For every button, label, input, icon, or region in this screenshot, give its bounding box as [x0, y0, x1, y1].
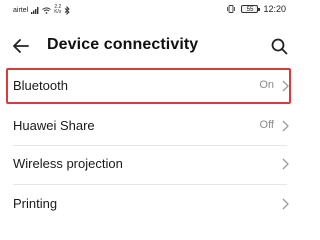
- page-title: Device connectivity: [47, 36, 199, 53]
- wifi-icon: [42, 6, 52, 14]
- app-bar: Device connectivity: [0, 28, 300, 62]
- setting-row-huawei-share[interactable]: Huawei Share Off: [0, 107, 300, 145]
- arrow-left-icon: [13, 39, 29, 53]
- chevron-right-icon: [282, 80, 289, 92]
- status-bar: airtel 2.2 K/s 55 12:20: [0, 0, 300, 22]
- status-right: 55 12:20: [226, 4, 286, 14]
- chevron-right-icon: [282, 158, 289, 170]
- speed-unit: K/s: [54, 9, 62, 15]
- setting-row-bluetooth[interactable]: Bluetooth On: [0, 67, 300, 105]
- setting-row-wireless-projection[interactable]: Wireless projection: [0, 145, 300, 183]
- chevron-right-icon: [282, 198, 289, 210]
- network-speed: 2.2 K/s: [54, 5, 61, 15]
- battery-icon: 55: [241, 5, 261, 13]
- chevron-right-icon: [282, 120, 289, 132]
- search-icon: [271, 38, 287, 54]
- search-button[interactable]: [266, 33, 292, 59]
- bluetooth-icon: [65, 5, 71, 15]
- clock: 12:20: [263, 4, 286, 14]
- setting-row-printing[interactable]: Printing: [0, 185, 300, 223]
- setting-value: Off: [259, 119, 274, 131]
- setting-label: Bluetooth: [13, 78, 68, 93]
- setting-value: On: [259, 79, 274, 91]
- vibrate-icon: [227, 5, 236, 13]
- back-button[interactable]: [8, 34, 34, 58]
- carrier-name: airtel: [13, 6, 29, 14]
- setting-label: Wireless projection: [13, 156, 123, 171]
- setting-label: Printing: [13, 196, 58, 211]
- status-left: airtel 2.2 K/s: [13, 5, 71, 15]
- signal-icon: [31, 6, 39, 14]
- setting-label: Huawei Share: [13, 118, 95, 133]
